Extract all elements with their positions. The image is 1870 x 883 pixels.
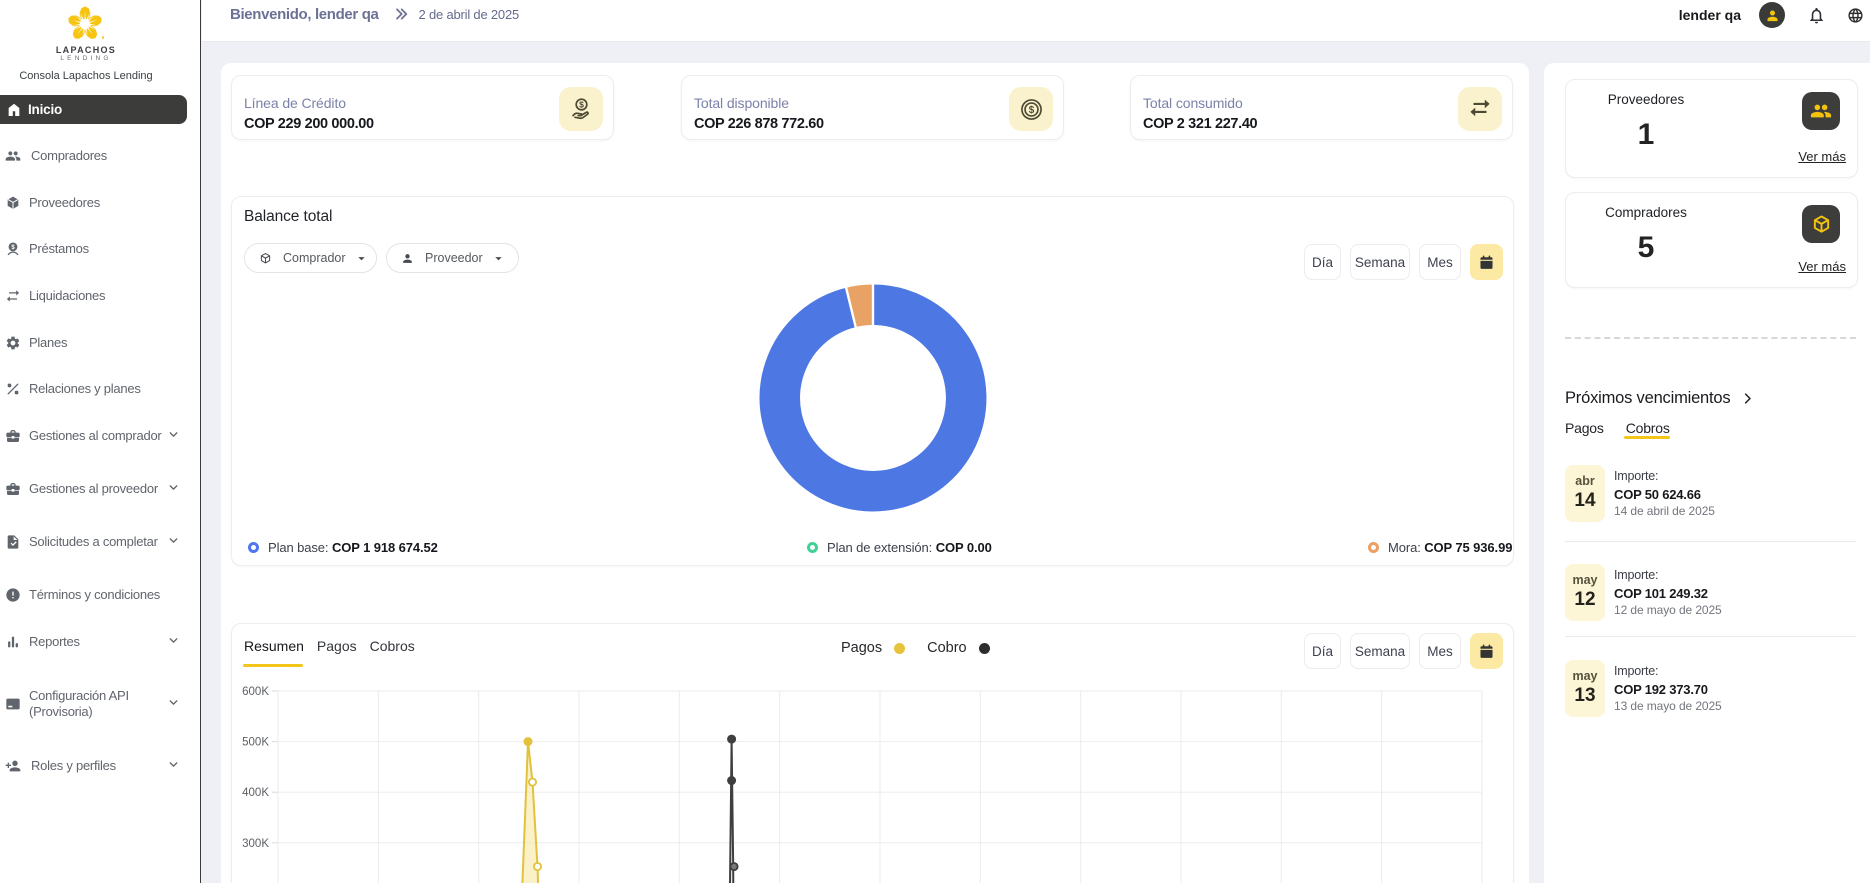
svg-text:$: $ [1028,105,1034,116]
svg-text:$: $ [579,100,584,110]
svg-text:300K: 300K [242,838,269,850]
svg-text:400K: 400K [242,787,269,799]
svg-text:500K: 500K [242,737,269,749]
svg-text:600K: 600K [242,686,269,698]
